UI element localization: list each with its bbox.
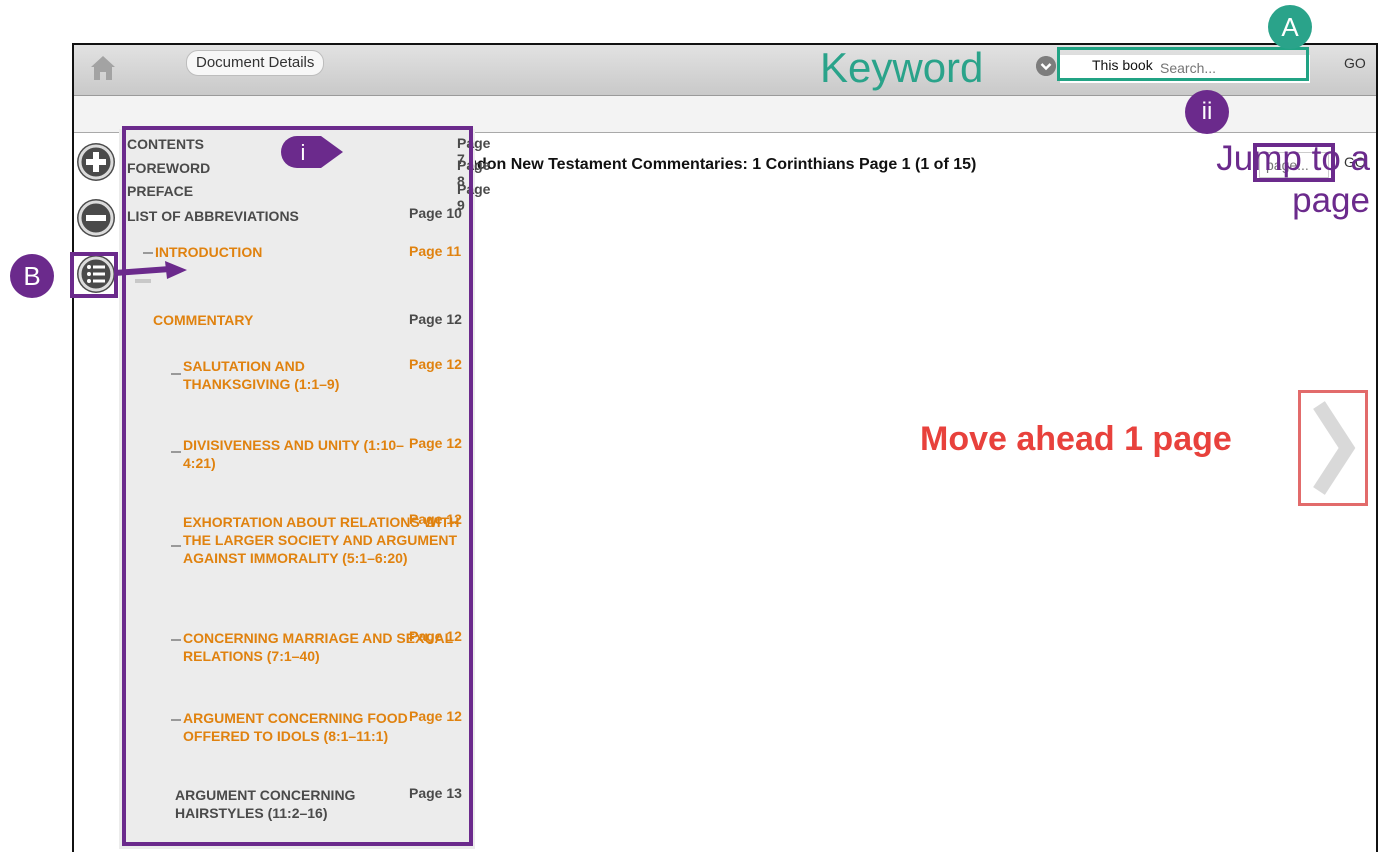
annotation-marker-a: A — [1268, 5, 1312, 49]
home-icon[interactable] — [88, 53, 118, 83]
annotation-box-b — [70, 252, 118, 298]
annotation-box-a — [1057, 47, 1309, 81]
annotation-marker-ii: ii — [1185, 90, 1229, 134]
top-toolbar: Document Details Keyword This book GO — [74, 45, 1376, 96]
zoom-out-icon[interactable] — [77, 199, 115, 237]
arrow-right-icon — [115, 261, 187, 279]
move-ahead-annotation: Move ahead 1 page — [920, 420, 1232, 458]
search-go-button[interactable]: GO — [1344, 55, 1366, 71]
chevron-down-icon[interactable] — [1036, 56, 1056, 76]
next-page-button[interactable] — [1298, 390, 1368, 506]
document-details-button[interactable]: Document Details — [186, 50, 325, 76]
annotation-box-i — [122, 126, 473, 846]
annotation-marker-i: i — [300, 140, 306, 165]
chevron-right-icon — [1313, 401, 1356, 495]
zoom-in-icon[interactable] — [77, 143, 115, 181]
annotation-marker-b: B — [10, 254, 54, 298]
jump-to-page-annotation: Jump to a page — [1216, 139, 1370, 220]
keyword-annotation: Keyword — [820, 44, 984, 91]
